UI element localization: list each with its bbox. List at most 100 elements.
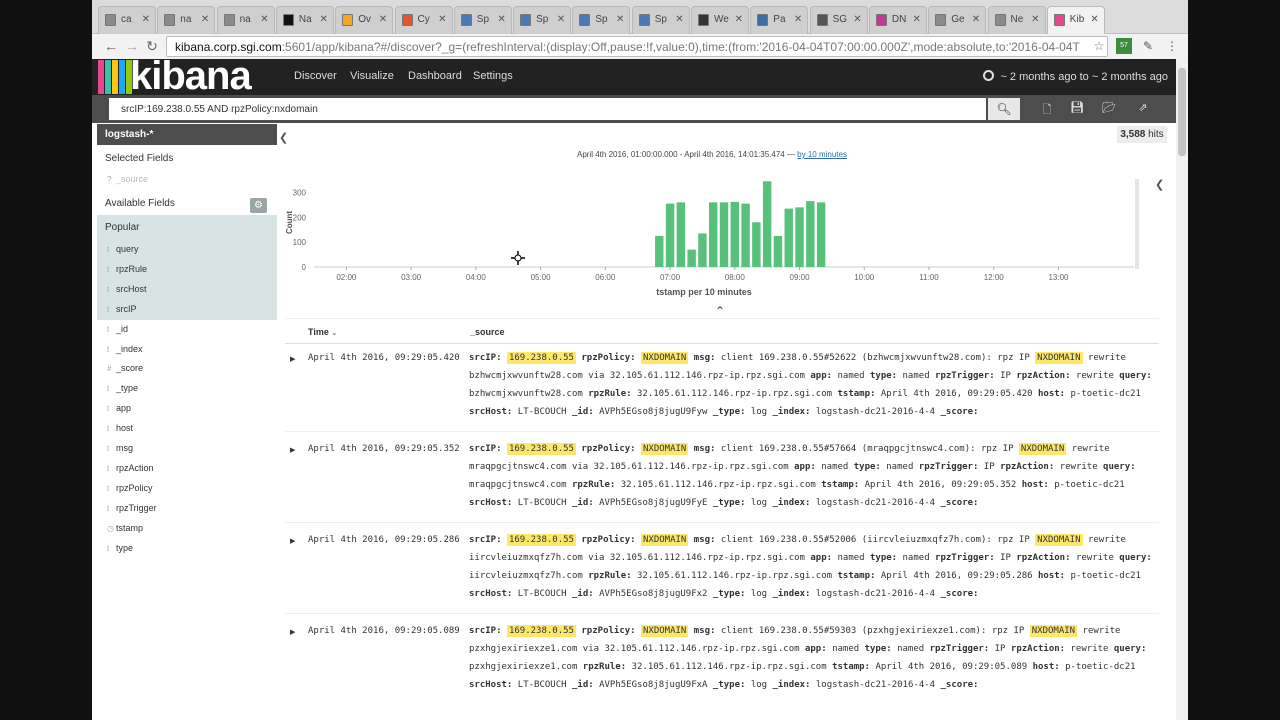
close-tab-icon[interactable]: ✕ [1031, 14, 1039, 25]
browser-tab[interactable]: na ✕ [216, 6, 275, 34]
time-picker[interactable]: ~ 2 months ago to ~ 2 months ago [983, 70, 1168, 83]
close-tab-icon[interactable]: ✕ [557, 14, 565, 25]
chart-scrollbar[interactable] [1135, 179, 1139, 269]
column-header-time[interactable]: Time ⌄ [308, 327, 337, 337]
histogram-bar [752, 222, 761, 267]
browser-tab[interactable]: Sp ✕ [631, 6, 690, 34]
close-tab-icon[interactable]: ✕ [853, 14, 861, 25]
extension-badge-icon[interactable]: 57 [1116, 38, 1132, 54]
browser-tab[interactable]: ca ✕ [98, 6, 156, 34]
field-item[interactable]: t _type [107, 383, 138, 393]
field-item[interactable]: # _score [107, 363, 143, 373]
expand-caret-icon[interactable]: ▶ [290, 537, 295, 545]
browser-tab[interactable]: Kib ✕ [1046, 6, 1105, 35]
close-tab-icon[interactable]: ✕ [735, 14, 743, 25]
field-item[interactable]: t rpzPolicy [107, 483, 153, 493]
close-tab-icon[interactable]: ✕ [794, 14, 802, 25]
field-item[interactable]: t _index [107, 344, 143, 354]
menu-icon[interactable]: ⋮ [1164, 38, 1180, 54]
source-field-key: srcIP: [469, 444, 502, 454]
save-search-icon[interactable]: 💾︎ [1070, 101, 1084, 115]
browser-tab[interactable]: Sp ✕ [453, 6, 512, 34]
share-icon[interactable]: ⇗ [1136, 101, 1150, 115]
sort-down-icon[interactable]: ⌄ [331, 330, 337, 337]
sidebar-collapse-icon[interactable]: ❮ [279, 131, 288, 144]
address-bar[interactable]: kibana.corp.sgi.com:5601/app/kibana?#/di… [166, 36, 1108, 57]
bookmark-star-icon[interactable]: ☆ [1091, 38, 1107, 54]
browser-tab[interactable]: Sp ✕ [572, 6, 631, 34]
index-pattern[interactable]: logstash-* [97, 124, 277, 145]
field-item[interactable]: t rpzRule [107, 264, 147, 274]
field-item[interactable]: t type [107, 543, 133, 553]
browser-tab[interactable]: Na ✕ [275, 6, 334, 34]
browser-tab[interactable]: na ✕ [157, 6, 216, 34]
browser-window: ca ✕ na ✕ na ✕ Na ✕ Ov ✕ Cy ✕ Sp ✕ Sp ✕ Sp ✕ Sp ✕ We ✕ Pa ✕ SG ✕ D… [92, 0, 1188, 720]
interval-link[interactable]: by 10 minutes [797, 150, 847, 159]
extension-icon[interactable]: ✎ [1140, 38, 1156, 54]
search-button[interactable]: 🔍︎ [988, 98, 1020, 120]
field-item[interactable]: t app [107, 403, 131, 413]
open-search-icon[interactable]: 📂︎ [1102, 101, 1116, 115]
close-tab-icon[interactable]: ✕ [616, 14, 624, 25]
source-field-key: query: [1119, 553, 1152, 563]
field-item[interactable]: t srcIP [107, 304, 137, 314]
close-tab-icon[interactable]: ✕ [972, 14, 980, 25]
kibana-logo[interactable]: kibana [130, 54, 252, 99]
reload-icon[interactable]: ↻ [143, 37, 161, 55]
page-scrollbar-thumb[interactable] [1178, 68, 1186, 156]
query-input[interactable] [109, 98, 986, 120]
close-tab-icon[interactable]: ✕ [320, 14, 328, 25]
close-tab-icon[interactable]: ✕ [913, 14, 921, 25]
nav-dashboard[interactable]: Dashboard [408, 70, 462, 82]
close-tab-icon[interactable]: ✕ [438, 14, 446, 25]
close-tab-icon[interactable]: ✕ [142, 14, 150, 25]
browser-tab[interactable]: Sp ✕ [513, 6, 572, 34]
field-item[interactable]: t msg [107, 443, 133, 453]
browser-tab[interactable]: DN ✕ [868, 6, 927, 34]
forward-icon[interactable]: → [123, 37, 141, 55]
nav-discover[interactable]: Discover [294, 70, 337, 82]
page-scrollbar[interactable] [1176, 59, 1188, 720]
chart-collapse-icon[interactable]: ❮ [1155, 178, 1164, 191]
field-type-icon: t [107, 483, 110, 493]
source-field-value: client 169.238.0.55#57664 (mraqpgcjtnswc… [720, 444, 1019, 454]
nav-settings[interactable]: Settings [473, 70, 513, 82]
browser-tab[interactable]: Pa ✕ [750, 6, 809, 34]
url-host: kibana.corp.sgi.com [175, 40, 282, 54]
close-tab-icon[interactable]: ✕ [497, 14, 505, 25]
field-name: srcIP [116, 303, 137, 314]
close-tab-icon[interactable]: ✕ [1090, 14, 1098, 25]
close-tab-icon[interactable]: ✕ [260, 14, 268, 25]
close-tab-icon[interactable]: ✕ [201, 14, 209, 25]
browser-tab[interactable]: We ✕ [691, 6, 749, 34]
browser-tab[interactable]: SG ✕ [809, 6, 868, 34]
source-field-value: NXDOMAIN [1029, 625, 1078, 637]
browser-tab[interactable]: Ov ✕ [335, 6, 394, 34]
browser-tab[interactable]: Ne ✕ [987, 6, 1046, 34]
gear-icon[interactable]: ⚙ [250, 198, 267, 213]
field-item[interactable]: t srcHost [107, 284, 147, 294]
field-item[interactable]: t rpzTrigger [107, 503, 157, 513]
browser-tab[interactable]: Cy ✕ [394, 6, 453, 34]
field-item[interactable]: ◷ tstamp [107, 523, 143, 533]
field-item[interactable]: t host [107, 423, 133, 433]
source-field-key: srcHost: [469, 589, 513, 599]
field-item[interactable]: t _id [107, 324, 128, 334]
field-item[interactable]: t query [107, 244, 139, 254]
expand-caret-icon[interactable]: ▶ [290, 628, 295, 636]
field-item[interactable]: t rpzAction [107, 463, 154, 473]
expand-caret-icon[interactable]: ▶ [290, 355, 295, 363]
field-type-icon: t [107, 404, 110, 414]
field-type-icon: t [107, 284, 110, 294]
back-icon[interactable]: ← [102, 37, 120, 55]
nav-visualize[interactable]: Visualize [350, 70, 394, 82]
source-field-value: LT-BCOUCH [517, 589, 567, 599]
browser-tab[interactable]: Ge ✕ [928, 6, 987, 34]
expand-caret-icon[interactable]: ▶ [290, 446, 295, 454]
close-tab-icon[interactable]: ✕ [675, 14, 683, 25]
close-tab-icon[interactable]: ✕ [379, 14, 387, 25]
selected-field-item[interactable]: ? _source [107, 174, 148, 184]
new-search-icon[interactable]: 🗋 [1040, 101, 1054, 116]
field-name: query [116, 244, 139, 254]
chevron-up-icon[interactable]: ⌃ [710, 304, 730, 318]
